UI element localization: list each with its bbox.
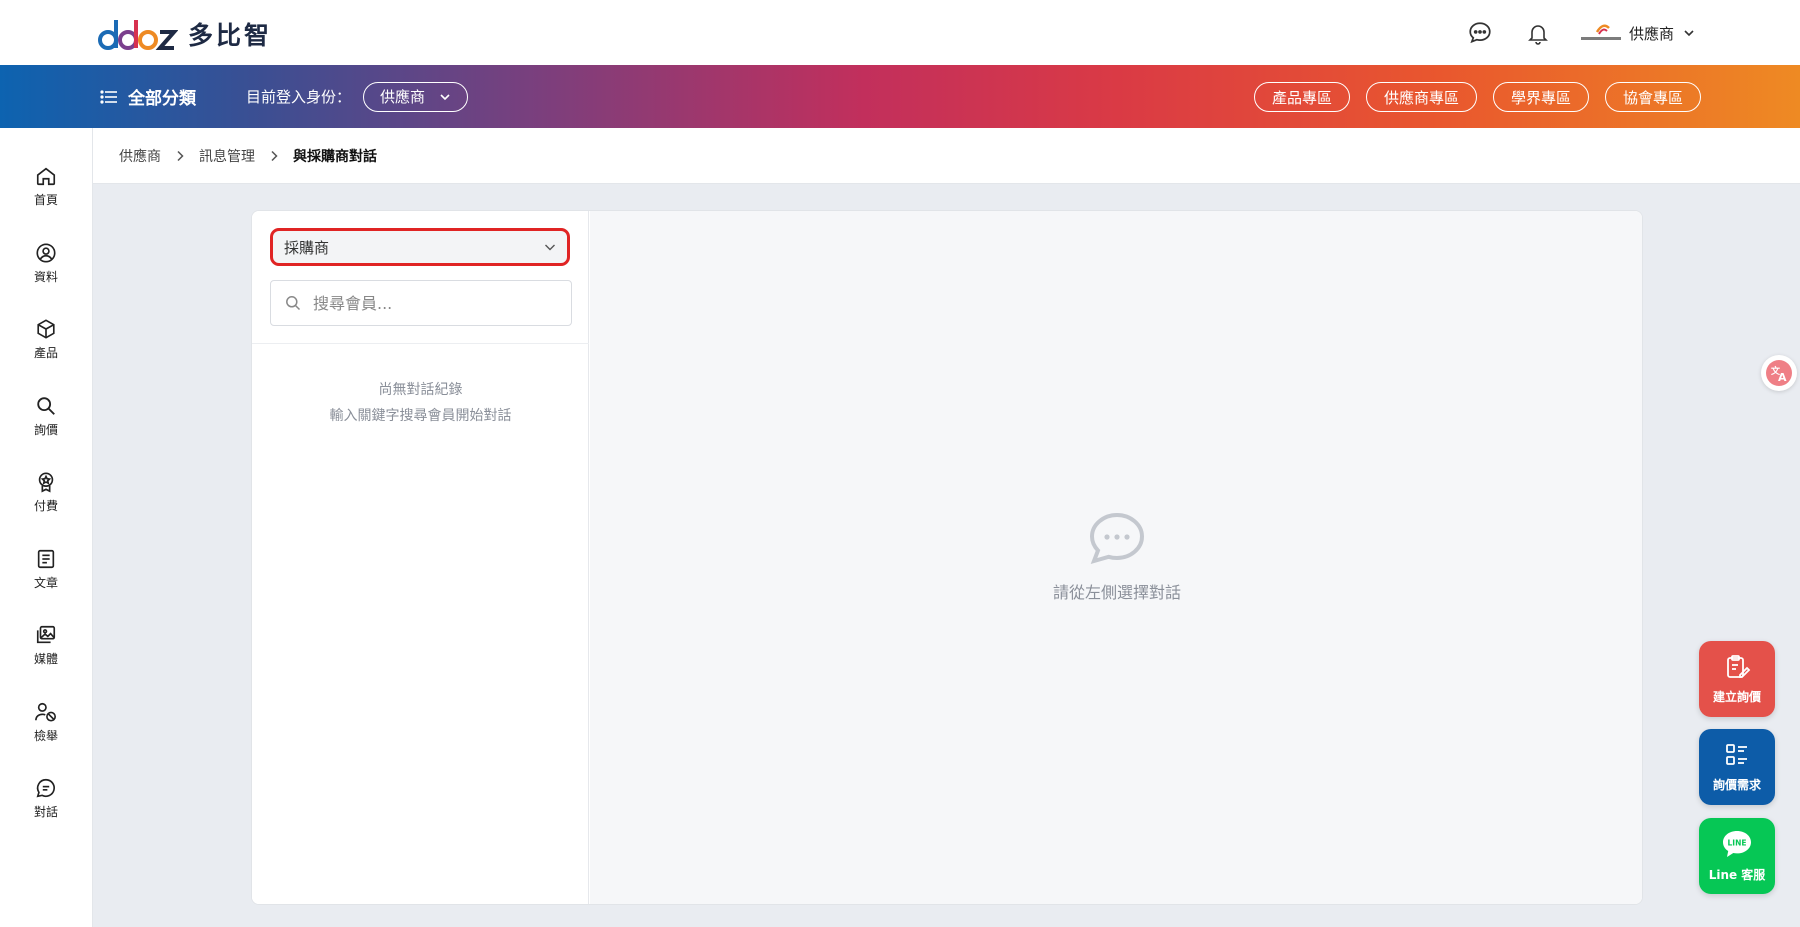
line-badge-text: LINE <box>1728 839 1747 848</box>
sidebar: 首頁 資料 產品 詢價 付費 文章 媒體 檢舉 對話 <box>0 128 93 927</box>
role-select-value: 採購商 <box>284 238 330 257</box>
sidebar-item-articles[interactable]: 文章 <box>0 539 92 599</box>
box-icon <box>37 318 55 339</box>
sidebar-item-products[interactable]: 產品 <box>0 309 92 369</box>
identity-switcher: 目前登入身份： 供應商 <box>246 65 469 128</box>
sidebar-item-payment[interactable]: 付費 <box>0 462 92 522</box>
chat-card: 採購商 尚無對話紀錄 輸入關鍵字搜尋會員開始對話 請從左側選擇對話 <box>251 210 1643 905</box>
sidebar-item-label: 媒體 <box>33 651 58 666</box>
nav-link-products[interactable]: 產品專區 <box>1253 82 1350 112</box>
chevron-right-icon <box>175 150 185 162</box>
all-categories-label: 全部分類 <box>128 89 196 109</box>
company-logo-icon <box>1580 22 1621 44</box>
report-user-icon <box>35 702 56 722</box>
list-icon <box>100 89 117 104</box>
no-conversation-placeholder: 請從左側選擇對話 <box>590 511 1642 603</box>
chevron-down-icon <box>545 244 555 251</box>
divider <box>252 343 589 344</box>
svg-text:A: A <box>1778 371 1787 384</box>
edit-clipboard-icon <box>1727 655 1751 678</box>
bell-icon[interactable] <box>1523 18 1553 48</box>
sidebar-item-label: 產品 <box>33 345 58 360</box>
section-links: 產品專區 供應商專區 學界專區 協會專區 <box>1253 82 1701 112</box>
search-icon <box>286 296 301 311</box>
sidebar-item-label: 資料 <box>33 269 58 284</box>
empty-state: 尚無對話紀錄 輸入關鍵字搜尋會員開始對話 <box>252 377 589 429</box>
empty-state-hint: 輸入關鍵字搜尋會員開始對話 <box>329 408 512 424</box>
line-service-label: Line 客服 <box>1708 868 1766 882</box>
rfq-list-label: 詢價需求 <box>1712 778 1761 792</box>
translate-button[interactable]: 文 A <box>1761 355 1797 391</box>
sidebar-item-label: 付費 <box>33 498 58 513</box>
chat-icon <box>36 778 55 797</box>
placeholder-text: 請從左側選擇對話 <box>1052 583 1181 602</box>
logo-mark-icon <box>98 14 179 54</box>
chevron-right-icon <box>269 150 279 162</box>
sidebar-item-chat[interactable]: 對話 <box>0 768 92 828</box>
breadcrumb: 供應商 訊息管理 與採購商對話 <box>93 128 1800 184</box>
sidebar-item-label: 檢舉 <box>33 728 58 743</box>
sidebar-item-media[interactable]: 媒體 <box>0 615 92 675</box>
nav-link-academia[interactable]: 學界專區 <box>1492 82 1589 112</box>
chevron-down-icon <box>1684 30 1694 37</box>
nav-link-associations[interactable]: 協會專區 <box>1604 82 1701 112</box>
search-icon <box>37 396 55 415</box>
chat-bubble-icon <box>1089 512 1145 565</box>
award-icon <box>38 471 54 493</box>
media-icon <box>36 625 56 643</box>
sidebar-item-home[interactable]: 首頁 <box>0 156 92 216</box>
line-icon: LINE <box>1723 831 1751 857</box>
user-name: 供應商 <box>1628 24 1674 43</box>
sidebar-item-inquiry[interactable]: 詢價 <box>0 386 92 446</box>
sidebar-item-label: 對話 <box>33 804 58 819</box>
messages-icon[interactable] <box>1465 18 1495 48</box>
empty-state-title: 尚無對話紀錄 <box>378 382 463 398</box>
logo-text: 多比智 <box>188 21 273 50</box>
create-rfq-button[interactable]: 建立詢價 <box>1699 641 1775 717</box>
sidebar-item-label: 文章 <box>33 575 58 590</box>
all-categories-button[interactable]: 全部分類 <box>100 65 196 128</box>
sidebar-item-profile[interactable]: 資料 <box>0 233 92 293</box>
breadcrumb-item-current: 與採購商對話 <box>293 148 377 165</box>
sidebar-item-label: 首頁 <box>33 192 58 207</box>
conversation-view: 請從左側選擇對話 <box>590 211 1642 904</box>
create-rfq-label: 建立詢價 <box>1712 690 1761 704</box>
chevron-down-icon <box>440 93 450 100</box>
document-icon <box>37 549 55 568</box>
member-search-input[interactable] <box>313 293 543 313</box>
home-icon <box>36 167 56 185</box>
list-grid-icon <box>1726 744 1747 765</box>
sidebar-item-report[interactable]: 檢舉 <box>0 692 92 752</box>
sidebar-item-label: 詢價 <box>33 422 58 437</box>
identity-select[interactable]: 供應商 <box>363 81 469 112</box>
site-logo[interactable]: 多比智 <box>98 14 272 54</box>
member-search-box <box>270 280 572 326</box>
identity-value: 供應商 <box>380 88 426 106</box>
main-navbar: 全部分類 目前登入身份： 供應商 產品專區 供應商專區 學界專區 協會專區 <box>0 65 1800 128</box>
translate-icon: 文 A <box>1766 360 1792 386</box>
nav-link-suppliers[interactable]: 供應商專區 <box>1365 82 1477 112</box>
identity-label: 目前登入身份： <box>246 88 352 106</box>
user-circle-icon <box>36 242 56 263</box>
user-menu[interactable]: 供應商 <box>1580 22 1696 44</box>
role-select[interactable]: 採購商 <box>270 228 570 266</box>
conversation-list-panel: 採購商 尚無對話紀錄 輸入關鍵字搜尋會員開始對話 <box>252 211 589 904</box>
line-service-button[interactable]: LINE Line 客服 <box>1699 818 1775 894</box>
top-header: 多比智 供應商 <box>0 0 1800 65</box>
rfq-list-button[interactable]: 詢價需求 <box>1699 729 1775 805</box>
breadcrumb-item-supplier[interactable]: 供應商 <box>119 146 161 166</box>
breadcrumb-item-messages[interactable]: 訊息管理 <box>199 146 255 166</box>
